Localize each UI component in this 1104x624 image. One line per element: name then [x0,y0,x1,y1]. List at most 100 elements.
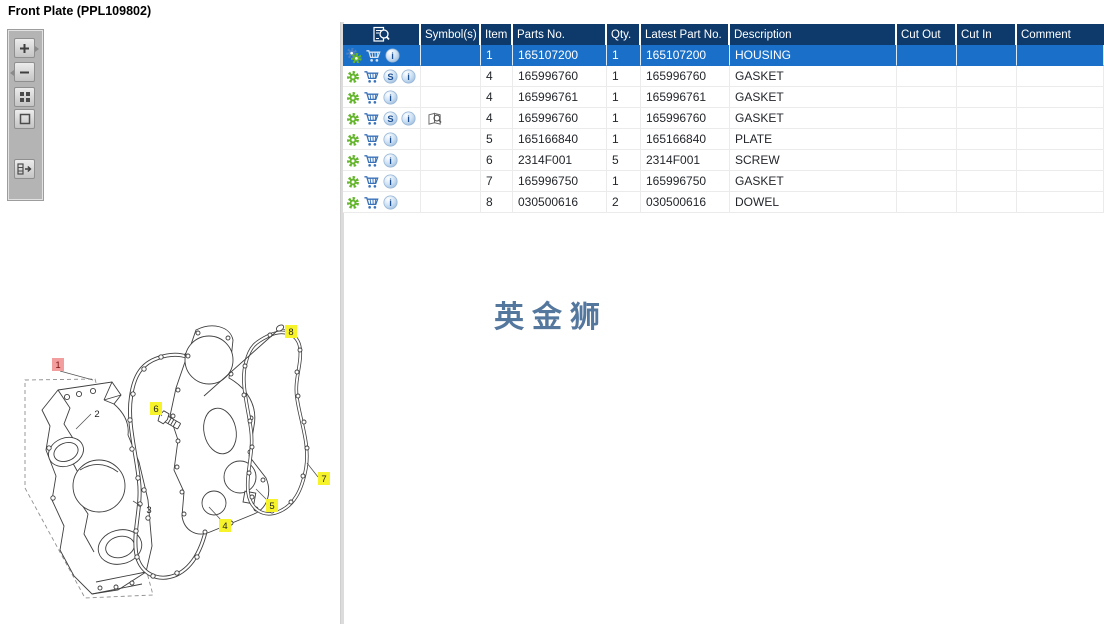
svg-text:i: i [389,156,392,166]
description-cell: DOWEL [730,192,897,213]
grid-icon [19,91,31,103]
gear-icon[interactable] [346,154,360,168]
table-row[interactable]: i 5 165166840 1 165166840 PLATE [343,129,1104,150]
symbol-cell[interactable] [421,108,481,129]
column-header-description[interactable]: Description [730,24,897,45]
info-icon[interactable]: i [401,69,416,84]
callout-label-5[interactable]: 5 [269,501,274,512]
callout-label-1[interactable]: 1 [55,360,60,371]
callout-label-3: 3 [146,505,151,516]
table-row[interactable]: i 8 030500616 2 030500616 DOWEL [343,192,1104,213]
row-action-icons: i [343,150,421,171]
qty-cell: 1 [607,108,641,129]
item-cell: 4 [481,108,513,129]
info-icon[interactable]: i [385,48,400,63]
callout-label-4[interactable]: 4 [222,521,227,532]
column-header-cut-in[interactable]: Cut In [957,24,1017,45]
qty-cell: 1 [607,171,641,192]
column-header-item[interactable]: Item [481,24,513,45]
s-sphere-icon[interactable]: S [383,69,398,84]
qty-cell: 1 [607,129,641,150]
cart-icon[interactable] [363,111,380,126]
collapse-panel-button[interactable] [14,159,35,179]
cut-in-cell [957,129,1017,150]
column-header-parts-no[interactable]: Parts No. [513,24,607,45]
description-cell: GASKET [730,66,897,87]
gear-icon[interactable] [346,70,360,84]
callout-leader-line [282,328,286,331]
item-cell: 5 [481,129,513,150]
symbol-cell [421,129,481,150]
cart-icon[interactable] [363,69,380,84]
parts-no-cell: 165107200 [513,45,607,66]
info-icon[interactable]: i [383,132,398,147]
comment-cell [1017,108,1104,129]
gear-icon[interactable] [346,175,360,189]
gear-icon[interactable] [346,196,360,210]
cart-icon[interactable] [365,48,382,63]
column-header-comment[interactable]: Comment [1017,24,1104,45]
chevron-right-icon [35,46,39,52]
gear-icon[interactable] [346,91,360,105]
table-header-row: Symbol(s) Item Parts No. Qty. Latest Part No… [343,24,1104,45]
cut-in-cell [957,108,1017,129]
cart-icon[interactable] [363,195,380,210]
row-action-icons: Si [343,66,421,87]
s-sphere-icon[interactable]: S [383,111,398,126]
info-icon[interactable]: i [383,153,398,168]
cut-in-cell [957,87,1017,108]
column-header-qty[interactable]: Qty. [607,24,641,45]
info-icon[interactable]: i [401,111,416,126]
cut-out-cell [897,129,957,150]
latest-part-no-cell: 165107200 [641,45,730,66]
table-row[interactable]: i 6 2314F001 5 2314F001 SCREW [343,150,1104,171]
cart-icon[interactable] [363,174,380,189]
latest-part-no-cell: 165996761 [641,87,730,108]
table-row[interactable]: i 7 165996750 1 165996750 GASKET [343,171,1104,192]
cut-out-cell [897,87,957,108]
latest-part-no-cell: 165996760 [641,108,730,129]
parts-no-cell: 165996760 [513,108,607,129]
latest-part-no-cell: 2314F001 [641,150,730,171]
table-row[interactable]: i 1 165107200 1 165107200 HOUSING [343,45,1104,66]
comment-cell [1017,192,1104,213]
info-icon[interactable]: i [383,90,398,105]
gear-icon[interactable] [346,133,360,147]
column-header-symbol-s[interactable]: Symbol(s) [421,24,481,45]
tile-view-button[interactable] [14,87,35,107]
table-row[interactable]: i 4 165996761 1 165996761 GASKET [343,87,1104,108]
callout-label-8[interactable]: 8 [288,327,293,338]
latest-part-no-cell: 165996750 [641,171,730,192]
comment-cell [1017,66,1104,87]
cart-icon[interactable] [363,153,380,168]
info-icon[interactable]: i [383,195,398,210]
fit-view-button[interactable] [14,109,35,129]
column-header-latest-part-no[interactable]: Latest Part No. [641,24,730,45]
info-icon[interactable]: i [383,174,398,189]
plate-5-drawing[interactable] [169,325,270,535]
page-title: Front Plate (PPL109802) [8,4,152,18]
symbol-cell [421,87,481,108]
cart-icon[interactable] [363,90,380,105]
gear-icon[interactable] [346,112,360,126]
gears-pair-icon[interactable] [346,48,362,64]
callout-label-6[interactable]: 6 [153,404,158,415]
column-header-cut-out[interactable]: Cut Out [897,24,957,45]
table-row[interactable]: Si 4 165996760 1 165996760 GASKET [343,66,1104,87]
zoom-in-button[interactable] [14,38,39,58]
zoom-out-button[interactable] [10,62,35,82]
table-row[interactable]: Si 4 165996760 1 165996760 GASKET [343,108,1104,129]
row-action-icons: i [343,45,421,66]
open-book-magnifier-icon[interactable] [427,112,444,126]
parts-no-cell: 165996750 [513,171,607,192]
svg-text:i: i [407,114,410,124]
svg-text:S: S [387,72,393,82]
cut-in-cell [957,150,1017,171]
callout-label-2: 2 [94,409,99,420]
parts-no-cell: 2314F001 [513,150,607,171]
cart-icon[interactable] [363,132,380,147]
comment-cell [1017,129,1104,150]
column-header-actions[interactable] [343,24,421,45]
callout-label-7[interactable]: 7 [321,474,326,485]
symbol-cell [421,171,481,192]
